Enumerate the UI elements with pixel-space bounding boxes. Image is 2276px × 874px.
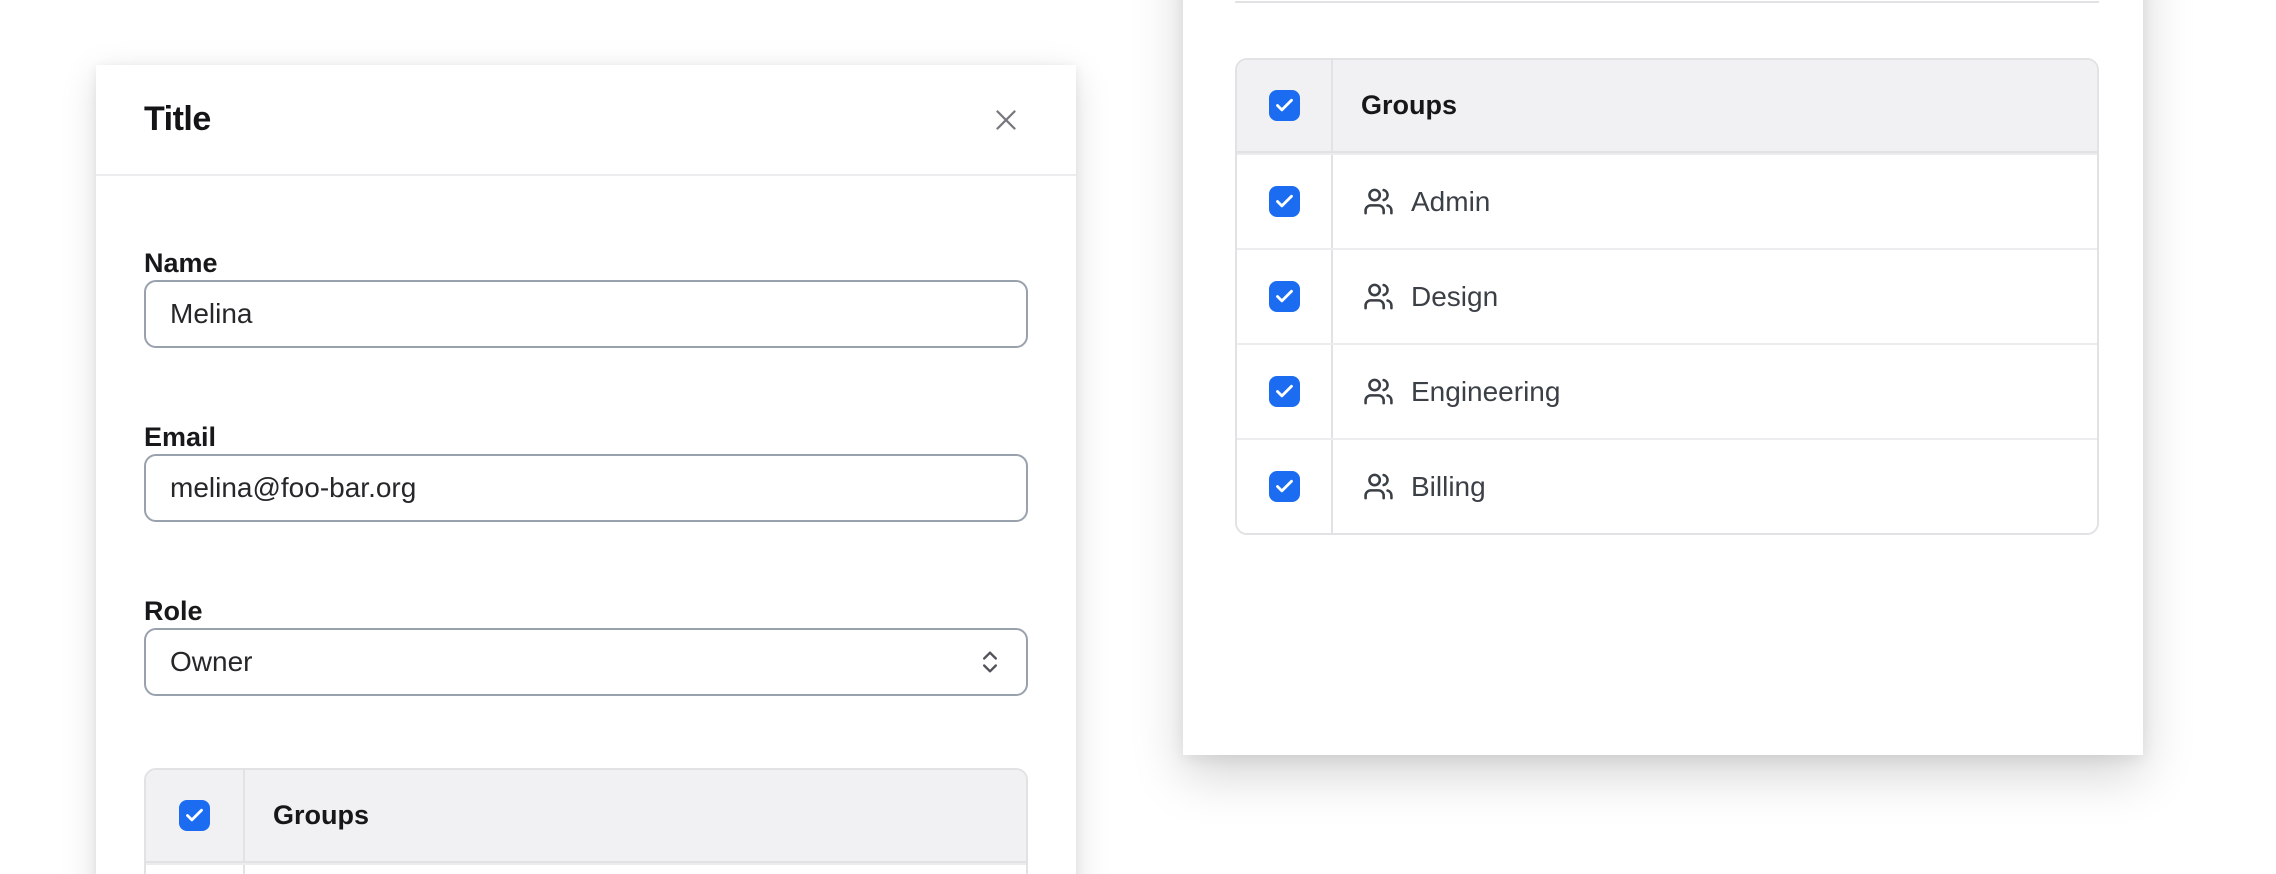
- table-row-admin[interactable]: Admin: [1237, 153, 2097, 248]
- table-header-row: Groups: [1237, 60, 2097, 153]
- check-icon: [1274, 286, 1295, 307]
- table-header-row: Groups: [146, 770, 1026, 863]
- row-checkbox[interactable]: [1269, 376, 1300, 407]
- modal-groups-table: Groups: [144, 768, 1028, 874]
- table-row-billing[interactable]: Billing: [1237, 438, 2097, 533]
- email-field-group: Email: [144, 420, 1028, 522]
- role-select[interactable]: Owner: [144, 628, 1028, 696]
- name-field-group: Name: [144, 246, 1028, 348]
- role-field-group: Role Owner: [144, 594, 1028, 696]
- select-all-checkbox[interactable]: [179, 800, 210, 831]
- row-label: Engineering: [1411, 376, 1560, 408]
- row-checkbox[interactable]: [1269, 471, 1300, 502]
- modal-body: Name Email Role Owner: [96, 176, 1076, 874]
- close-button[interactable]: [984, 98, 1028, 142]
- check-icon: [1274, 381, 1295, 402]
- table-row-design[interactable]: Design: [1237, 248, 2097, 343]
- table-header-label: Groups: [245, 770, 1026, 861]
- name-input[interactable]: [144, 280, 1028, 348]
- check-icon: [1274, 476, 1295, 497]
- row-label: Billing: [1411, 471, 1486, 503]
- check-icon: [1274, 95, 1295, 116]
- table-row-engineering[interactable]: Engineering: [1237, 343, 2097, 438]
- user-modal: Title Name Email Role O: [96, 65, 1076, 874]
- check-icon: [184, 805, 205, 826]
- users-icon: [1363, 471, 1394, 502]
- row-checkbox[interactable]: [1269, 186, 1300, 217]
- header-checkbox-cell: [1237, 60, 1333, 151]
- modal-header: Title: [96, 65, 1076, 176]
- close-icon: [989, 103, 1023, 137]
- select-all-checkbox[interactable]: [1269, 90, 1300, 121]
- groups-panel: Groups: [1183, 0, 2143, 755]
- cropped-element-above: [1235, 0, 2099, 3]
- row-checkbox[interactable]: [1269, 281, 1300, 312]
- users-icon: [1363, 186, 1394, 217]
- row-label: Design: [1411, 281, 1498, 313]
- email-label: Email: [144, 420, 1028, 454]
- chevrons-up-down-icon: [976, 648, 1004, 676]
- users-icon: [1363, 376, 1394, 407]
- check-icon: [1274, 191, 1295, 212]
- groups-table: Groups: [1235, 58, 2099, 535]
- users-icon: [1363, 281, 1394, 312]
- role-select-value: Owner: [170, 646, 252, 678]
- email-input[interactable]: [144, 454, 1028, 522]
- role-label: Role: [144, 594, 1028, 628]
- table-row: [146, 863, 1026, 874]
- page-title: Title: [144, 100, 211, 139]
- name-label: Name: [144, 246, 1028, 280]
- row-label: Admin: [1411, 186, 1490, 218]
- header-checkbox-cell: [146, 770, 245, 861]
- table-header-label: Groups: [1333, 60, 2097, 151]
